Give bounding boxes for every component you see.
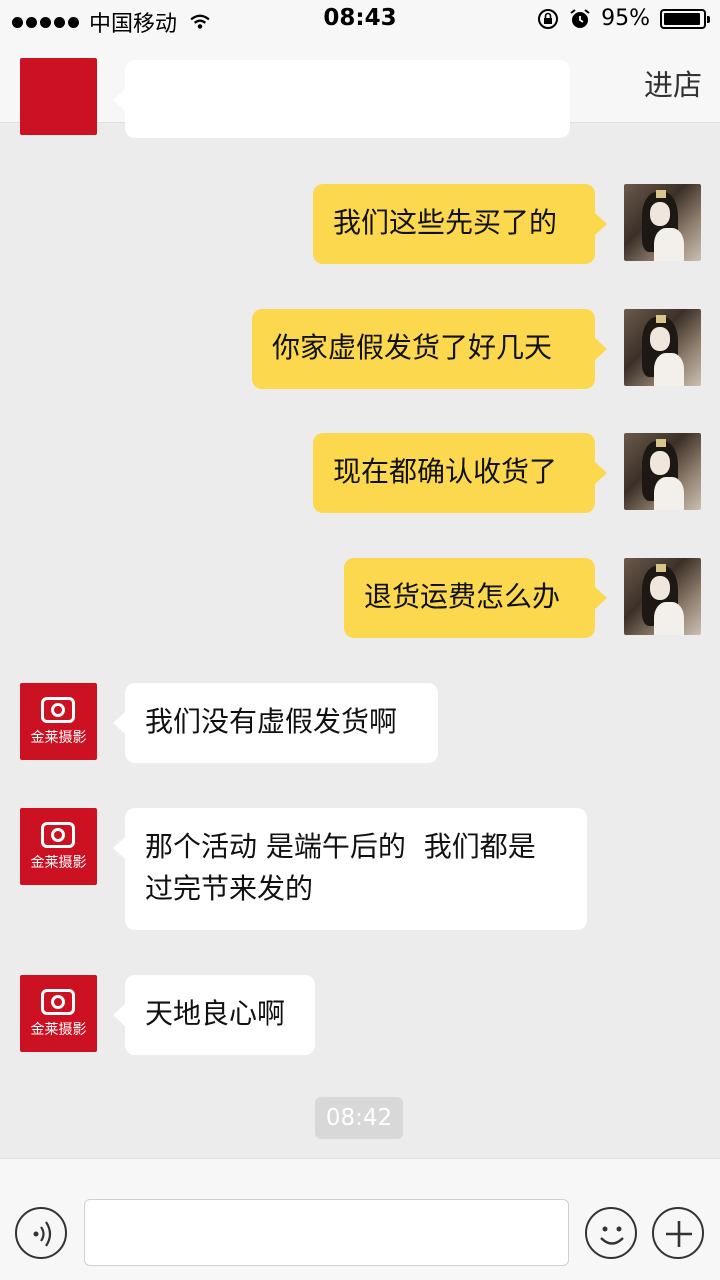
- voice-icon: [33, 1221, 52, 1247]
- my-message-bubble[interactable]: 你家虚假发货了好几天: [252, 309, 607, 389]
- shop-avatar[interactable]: 金莱摄影: [20, 975, 97, 1052]
- message-text: 退货运费怎么办: [364, 580, 561, 613]
- shop-avatar[interactable]: 金莱摄影: [20, 683, 97, 760]
- emoji-button[interactable]: [585, 1207, 637, 1259]
- my-avatar[interactable]: [624, 558, 701, 635]
- message-timestamp: 08:42: [315, 1097, 403, 1139]
- input-bar: [0, 1158, 720, 1280]
- orientation-lock-icon: [538, 8, 559, 29]
- my-avatar[interactable]: [624, 433, 701, 510]
- my-avatar[interactable]: [624, 309, 701, 386]
- my-message-bubble[interactable]: 退货运费怎么办: [344, 558, 607, 638]
- status-bar: 中国移动 08:43 95%: [0, 0, 720, 40]
- message-text: 天地良心啊: [145, 997, 286, 1030]
- message-text-line: 那个活动 是端午后的 我们都是: [145, 830, 536, 863]
- battery-percent: 95%: [601, 6, 650, 31]
- camera-logo-icon: [41, 989, 75, 1015]
- status-right: 95%: [537, 6, 710, 31]
- message-text-line: 过完节来发的: [145, 872, 314, 905]
- shop-logo-text: 金莱摄影: [30, 1022, 87, 1038]
- shop-message-bubble[interactable]: 那个活动 是端午后的 我们都是 过完节来发的: [113, 808, 587, 930]
- alarm-icon: [570, 8, 590, 28]
- battery-icon: [660, 8, 710, 29]
- shop-logo-text: 金莱摄影: [30, 730, 87, 746]
- shop-message-bubble[interactable]: 我们没有虚假发货啊: [113, 683, 438, 763]
- plus-icon: [666, 1221, 692, 1247]
- my-message-bubble[interactable]: 我们这些先买了的: [313, 184, 607, 264]
- enter-store-button[interactable]: 进店: [644, 62, 702, 104]
- message-text: 我们没有虚假发货啊: [145, 705, 398, 738]
- message-text: 我们这些先买了的: [333, 206, 558, 239]
- camera-logo-icon: [41, 697, 75, 723]
- battery-level: [664, 12, 700, 25]
- my-message-bubble[interactable]: 现在都确认收货了: [313, 433, 607, 513]
- my-avatar[interactable]: [624, 184, 701, 261]
- emoji-icon: [600, 1226, 624, 1245]
- shop-logo-text: 金莱摄影: [30, 855, 87, 871]
- camera-logo-icon: [41, 822, 75, 848]
- chat-screen: 中国移动 08:43 95% 进店 我们这些先买了的 你家虚假发货了好几天 现在…: [0, 0, 720, 1280]
- shop-message-bubble-partial: [113, 60, 570, 138]
- shop-message-bubble[interactable]: 天地良心啊: [113, 975, 315, 1055]
- plus-button[interactable]: [652, 1207, 704, 1259]
- message-text: 现在都确认收货了: [333, 455, 558, 488]
- message-input[interactable]: [84, 1199, 569, 1266]
- message-text: 你家虚假发货了好几天: [272, 331, 553, 364]
- shop-avatar[interactable]: 金莱摄影: [20, 808, 97, 885]
- voice-button[interactable]: [15, 1207, 67, 1259]
- shop-avatar[interactable]: [20, 58, 97, 135]
